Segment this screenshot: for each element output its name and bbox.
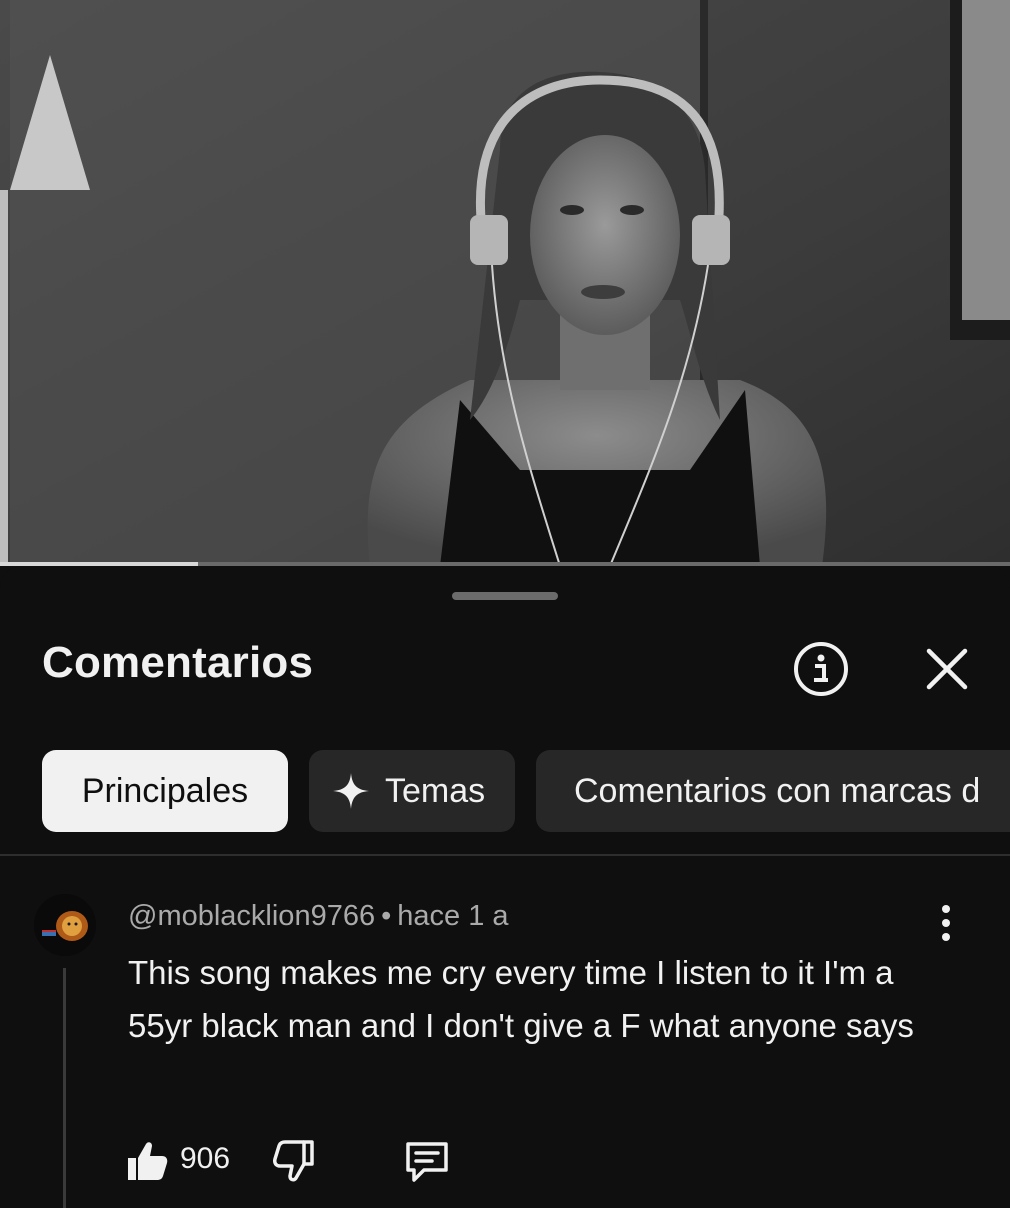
avatar[interactable] bbox=[34, 894, 96, 956]
filter-chips: Principales Temas Comentarios con marcas… bbox=[0, 750, 1010, 834]
comment-meta: @moblacklion9766 • hace 1 a bbox=[128, 900, 509, 933]
close-icon[interactable] bbox=[920, 642, 974, 696]
divider bbox=[0, 854, 1010, 856]
comment-actions: 906 bbox=[124, 1130, 524, 1190]
more-vert-icon[interactable] bbox=[928, 902, 964, 946]
chip-label: Temas bbox=[385, 771, 486, 810]
comment-text: This song makes me cry every time I list… bbox=[128, 954, 914, 1044]
thumbs-down-icon[interactable] bbox=[272, 1138, 318, 1184]
thumbs-up-icon[interactable] bbox=[124, 1138, 170, 1184]
chip-label: Comentarios con marcas d bbox=[574, 771, 981, 810]
chip-label: Principales bbox=[81, 771, 249, 810]
meta-separator: • bbox=[381, 900, 392, 932]
drag-handle[interactable] bbox=[452, 592, 558, 600]
comment-author[interactable]: @moblacklion9766 bbox=[128, 900, 375, 932]
comment-time: hace 1 a bbox=[397, 900, 509, 932]
chip-temas[interactable]: Temas bbox=[309, 750, 515, 832]
chip-comentarios-con-marcas[interactable]: Comentarios con marcas d bbox=[536, 750, 1010, 832]
video-frame-image bbox=[0, 0, 1010, 566]
comments-panel: Comentarios Principales Temas Comentario… bbox=[0, 566, 1010, 1208]
video-player[interactable] bbox=[0, 0, 1010, 566]
sparkle-icon bbox=[333, 773, 369, 809]
like-count: 906 bbox=[180, 1142, 231, 1175]
info-icon[interactable] bbox=[792, 640, 850, 698]
panel-title: Comentarios bbox=[42, 638, 314, 687]
chip-principales[interactable]: Principales bbox=[42, 750, 288, 832]
thread-line bbox=[63, 968, 66, 1208]
reply-comment-icon[interactable] bbox=[402, 1138, 452, 1184]
